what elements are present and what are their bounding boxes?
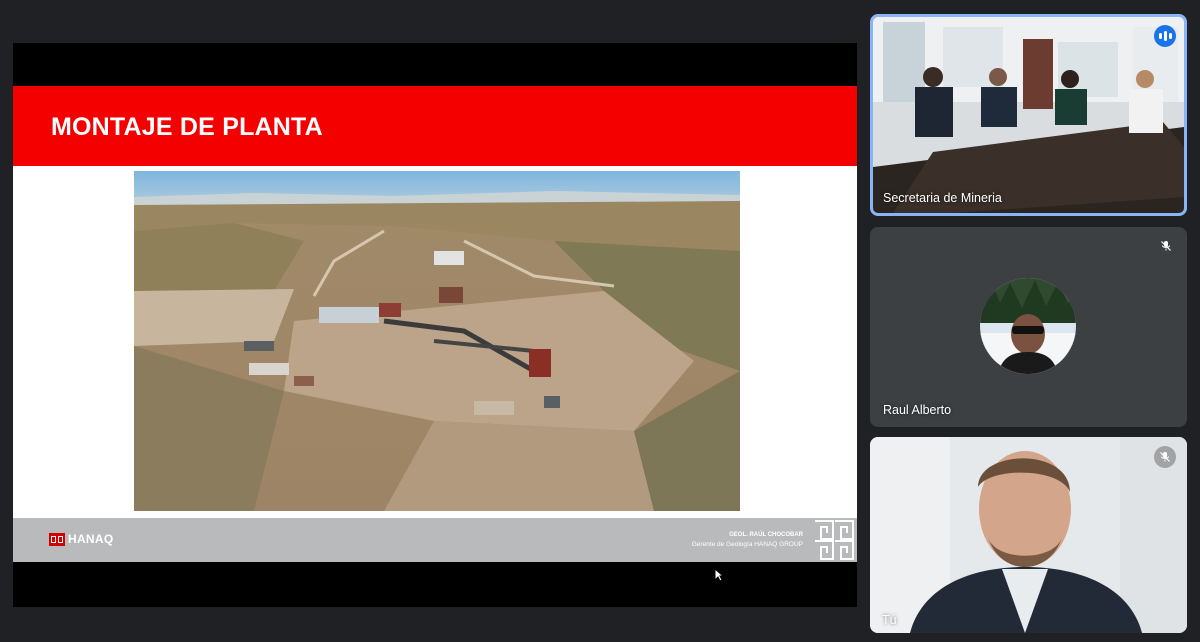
slide-title: MONTAJE DE PLANTA: [51, 113, 323, 141]
mic-off-icon: [1155, 235, 1177, 257]
brand-name: HANAQ: [68, 532, 114, 546]
participant-tile-raul[interactable]: Raul Alberto: [870, 227, 1187, 427]
participant-video: [873, 17, 1184, 213]
hanaq-logo-icon: [49, 532, 65, 546]
slide-header: MONTAJE DE PLANTA: [13, 86, 857, 166]
avatar: [980, 278, 1076, 374]
participant-tile-self[interactable]: Tú: [870, 437, 1187, 633]
participant-video: [870, 437, 1187, 633]
audio-level-icon: [1154, 25, 1176, 47]
presenter-credit: GEOL. RAÚL CHOCOBAR Gerente de Geología …: [692, 530, 803, 550]
hanaq-logo: HANAQ: [49, 532, 114, 546]
participant-tile-secretaria[interactable]: Secretaria de Mineria: [870, 14, 1187, 216]
mic-off-icon: [1154, 446, 1176, 468]
participant-name: Tú: [882, 613, 897, 627]
presentation-screen-share: MONTAJE DE PLANTA HANAQ GEOL. RAÚL CHOCO…: [13, 43, 857, 607]
mouse-pointer-icon: [714, 568, 724, 582]
slide-footer: HANAQ GEOL. RAÚL CHOCOBAR Gerente de Geo…: [13, 518, 857, 562]
presenter-role: Gerente de Geología HANAQ GROUP: [691, 541, 803, 548]
participant-name: Raul Alberto: [883, 403, 952, 417]
aerial-plant-photo: [134, 171, 740, 511]
participant-name: Secretaria de Mineria: [883, 191, 1002, 205]
slide: MONTAJE DE PLANTA HANAQ GEOL. RAÚL CHOCO…: [13, 86, 857, 562]
greek-key-pattern-icon: [813, 519, 855, 561]
presenter-name: GEOL. RAÚL CHOCOBAR: [729, 532, 803, 538]
